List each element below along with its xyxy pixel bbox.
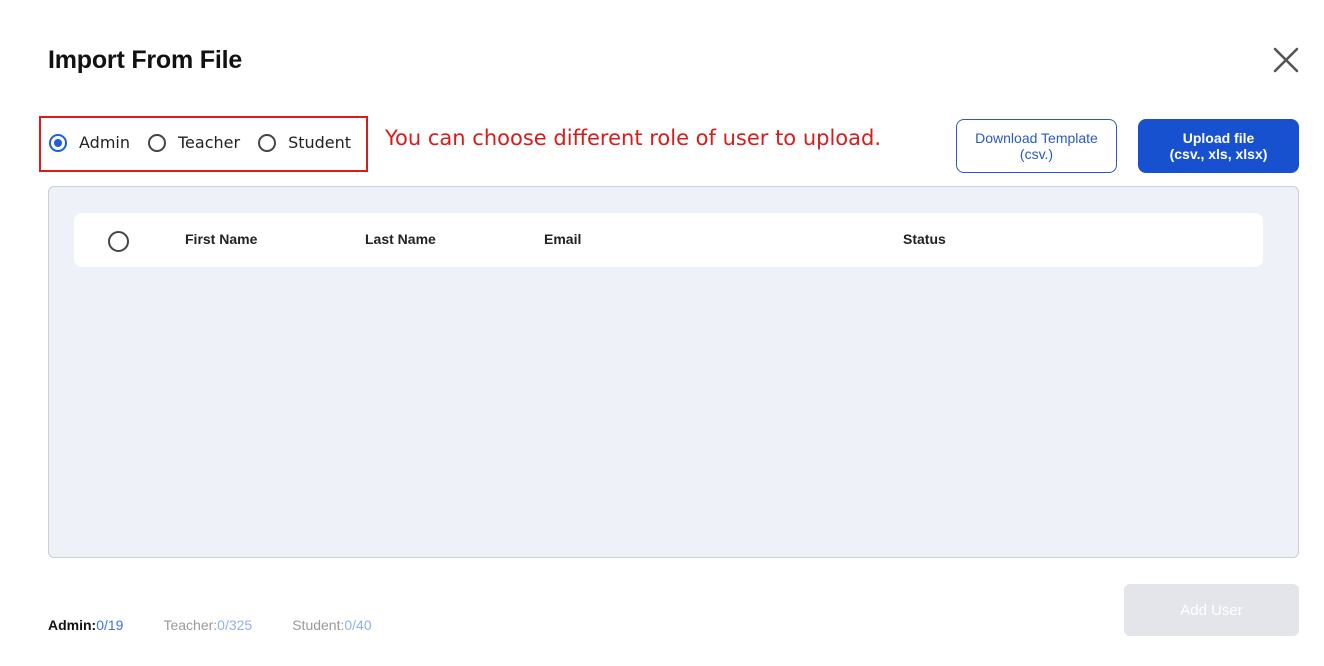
radio-admin[interactable] — [49, 133, 67, 152]
download-template-button[interactable]: Download Template (csv.) — [956, 119, 1117, 173]
column-last-name: Last Name — [365, 231, 436, 247]
download-template-format: (csv.) — [1019, 146, 1054, 162]
role-counts: Admin:0/19 Teacher:0/325 Student:0/40 — [48, 617, 412, 633]
role-label-admin: Admin — [79, 133, 130, 152]
count-teacher-value: 0/325 — [217, 617, 253, 633]
dialog-title: Import From File — [48, 46, 243, 74]
upload-file-button[interactable]: Upload file (csv., xls, xlsx) — [1138, 119, 1299, 173]
column-status: Status — [903, 231, 946, 247]
select-all-radio[interactable] — [108, 231, 129, 252]
close-icon[interactable] — [1268, 42, 1304, 78]
count-admin-value: 0/19 — [96, 617, 124, 633]
count-admin: Admin:0/19 — [48, 617, 123, 633]
role-radio-group: Admin Teacher Student — [49, 133, 369, 152]
role-label-teacher: Teacher — [178, 133, 241, 152]
count-student-label: Student: — [292, 617, 345, 633]
role-option-student[interactable]: Student — [258, 133, 351, 152]
count-admin-label: Admin: — [48, 617, 97, 633]
upload-file-label: Upload file — [1182, 130, 1255, 146]
count-student: Student:0/40 — [292, 617, 371, 633]
count-student-value: 0/40 — [344, 617, 372, 633]
role-option-admin[interactable]: Admin — [49, 133, 130, 152]
column-email: Email — [544, 231, 582, 247]
role-option-teacher[interactable]: Teacher — [148, 133, 240, 152]
upload-file-formats: (csv., xls, xlsx) — [1169, 146, 1268, 162]
count-teacher: Teacher:0/325 — [163, 617, 252, 633]
role-label-student: Student — [288, 133, 352, 152]
download-template-label: Download Template — [975, 130, 1098, 146]
radio-teacher[interactable] — [148, 133, 166, 152]
annotation-text: You can choose different role of user to… — [385, 126, 882, 150]
add-user-button[interactable]: Add User — [1124, 584, 1299, 636]
radio-student[interactable] — [258, 133, 277, 152]
count-teacher-label: Teacher: — [163, 617, 218, 633]
column-first-name: First Name — [185, 231, 258, 247]
